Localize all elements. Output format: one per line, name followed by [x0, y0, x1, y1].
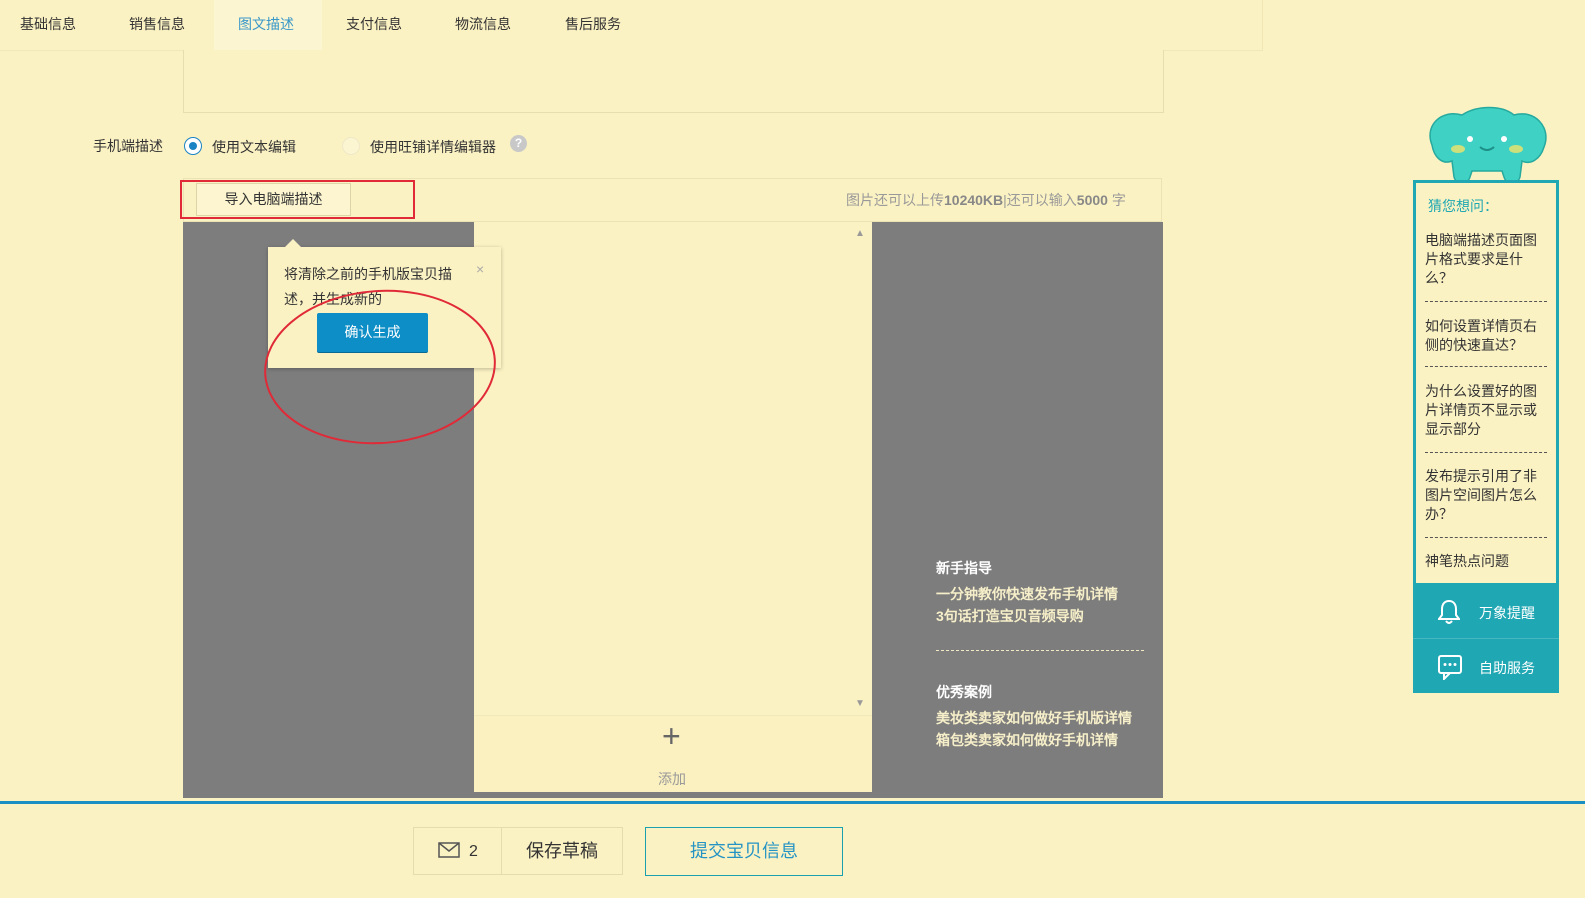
limit-middle: |还可以输入: [1003, 192, 1077, 208]
help-question-1[interactable]: 电脑端描述页面图片格式要求是什么？: [1425, 231, 1547, 288]
tab-after-sales[interactable]: 售后服务: [565, 14, 621, 34]
limit-image-size: 10240KB: [944, 192, 1004, 208]
mobile-description-label: 手机端描述: [93, 138, 163, 154]
excellent-cases-title: 优秀案例: [936, 684, 992, 700]
guide-divider: [936, 650, 1144, 651]
upload-limit-text: 图片还可以上传10240KB|还可以输入5000 字: [846, 190, 1126, 210]
scroll-up-icon[interactable]: ▲: [855, 228, 865, 239]
popup-arrow: [285, 239, 301, 247]
radio-text-editor[interactable]: [184, 137, 202, 155]
case-link-bags[interactable]: 箱包类卖家如何做好手机详情: [936, 730, 1118, 750]
limit-prefix: 图片还可以上传: [846, 192, 944, 208]
help-divider: [1425, 301, 1547, 302]
help-question-3[interactable]: 为什么设置好的图片详情页不显示或显示部分: [1425, 382, 1547, 439]
chat-icon: [1438, 655, 1462, 680]
help-question-2[interactable]: 如何设置详情页右侧的快速直达？: [1425, 317, 1547, 355]
bell-icon: [1438, 599, 1460, 624]
help-title: 猜您想问：: [1428, 198, 1498, 214]
case-link-beauty[interactable]: 美妆类卖家如何做好手机版详情: [936, 708, 1132, 728]
reminder-button[interactable]: 万象提醒: [1413, 585, 1559, 639]
help-question-4[interactable]: 发布提示引用了非图片空间图片怎么办？: [1425, 467, 1547, 524]
tab-basic-info[interactable]: 基础信息: [20, 14, 76, 34]
help-action-divider: [1413, 638, 1559, 639]
save-draft-button[interactable]: 保存草稿: [501, 827, 623, 875]
top-tab-bar: 基础信息 销售信息 图文描述 支付信息 物流信息 售后服务: [0, 0, 1263, 51]
guide-link-audio-guide[interactable]: 3句话打造宝贝音频导购: [936, 606, 1084, 626]
submit-item-button[interactable]: 提交宝贝信息: [645, 827, 843, 876]
elephant-mascot-icon: [1429, 106, 1547, 184]
self-service-label: 自助服务: [1479, 660, 1535, 676]
self-service-button[interactable]: 自助服务: [1413, 640, 1559, 694]
phone-canvas[interactable]: [474, 222, 872, 790]
tab-payment-info[interactable]: 支付信息: [346, 14, 402, 34]
scroll-down-icon[interactable]: ▼: [855, 698, 865, 709]
radio-text-editor-label[interactable]: 使用文本编辑: [212, 137, 296, 157]
question-icon[interactable]: ?: [510, 135, 527, 152]
mail-icon: [438, 842, 460, 858]
limit-char-count: 5000: [1076, 192, 1108, 208]
help-divider: [1425, 366, 1547, 367]
tab-description[interactable]: 图文描述: [238, 14, 294, 34]
message-count: 2: [469, 843, 478, 860]
messages-button[interactable]: 2: [413, 827, 502, 875]
annotation-red-ellipse: [264, 289, 496, 445]
guide-link-publish-mobile[interactable]: 一分钟教你快速发布手机详情: [936, 584, 1118, 604]
tab-logistics-info[interactable]: 物流信息: [455, 14, 511, 34]
tab-sales-info[interactable]: 销售信息: [129, 14, 185, 34]
help-divider: [1425, 452, 1547, 453]
reminder-label: 万象提醒: [1479, 605, 1535, 621]
radio-wangpu-editor[interactable]: [342, 137, 360, 155]
close-icon[interactable]: ×: [476, 261, 484, 277]
add-module-label[interactable]: 添加: [658, 769, 686, 789]
radio-wangpu-editor-label[interactable]: 使用旺铺详情编辑器: [370, 137, 496, 157]
limit-suffix: 字: [1107, 192, 1126, 208]
add-plus-icon[interactable]: +: [662, 718, 681, 754]
beginner-guide-title: 新手指导: [936, 560, 992, 576]
annotation-red-rectangle: [180, 180, 415, 219]
help-divider: [1425, 537, 1547, 538]
help-question-5[interactable]: 神笔热点问题: [1425, 552, 1547, 571]
pc-description-editor-bottom[interactable]: [183, 50, 1164, 113]
